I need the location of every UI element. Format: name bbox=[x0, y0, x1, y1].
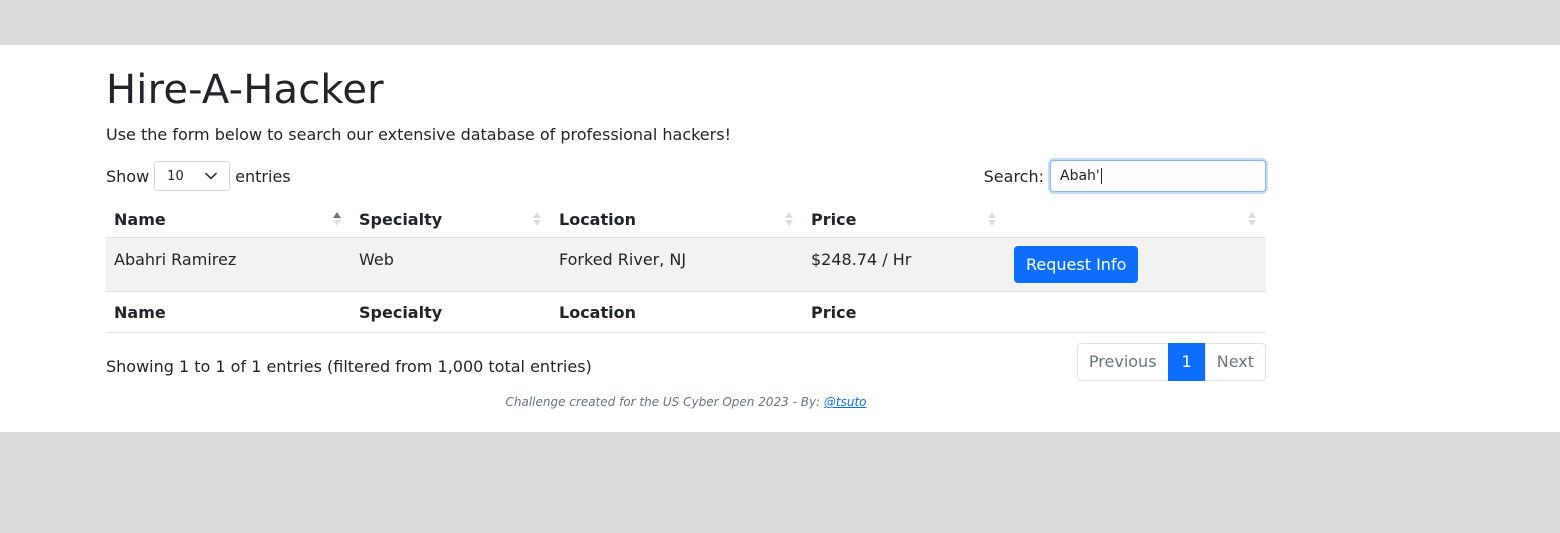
footer-specialty: Specialty bbox=[351, 291, 551, 333]
author-link[interactable]: @tsuto bbox=[824, 395, 867, 409]
page-button-1[interactable]: 1 bbox=[1167, 343, 1206, 381]
next-button[interactable]: Next bbox=[1204, 343, 1266, 381]
pagination: Previous 1 Next bbox=[1076, 343, 1266, 381]
footer-price: Price bbox=[803, 291, 1006, 333]
request-info-button[interactable]: Request Info bbox=[1014, 246, 1139, 283]
sort-both-icon bbox=[1248, 212, 1256, 226]
table-info: Showing 1 to 1 of 1 entries (filtered fr… bbox=[106, 357, 592, 376]
page-size-select[interactable]: 10 bbox=[154, 161, 231, 191]
column-header-location[interactable]: Location bbox=[551, 201, 803, 238]
cell-action: Request Info bbox=[1006, 237, 1266, 292]
table-row: Abahri Ramirez Web Forked River, NJ $248… bbox=[106, 237, 1266, 292]
chevron-down-icon bbox=[205, 172, 217, 180]
footer-name: Name bbox=[106, 291, 351, 333]
search-input-value: Abah' bbox=[1060, 168, 1100, 184]
search-label: Search: bbox=[983, 166, 1044, 186]
show-label: Show bbox=[106, 166, 150, 186]
cell-specialty: Web bbox=[351, 237, 551, 292]
page-description: Use the form below to search our extensi… bbox=[106, 125, 731, 144]
cell-location: Forked River, NJ bbox=[551, 237, 803, 292]
page-size-value: 10 bbox=[167, 168, 184, 184]
search-control: Search: Abah' bbox=[984, 160, 1266, 192]
previous-button[interactable]: Previous bbox=[1076, 343, 1169, 381]
table-footer-row: Name Specialty Location Price bbox=[106, 291, 1266, 333]
page-length-control: Show 10 entries bbox=[106, 160, 291, 192]
sort-both-icon bbox=[785, 212, 793, 226]
column-header-price[interactable]: Price bbox=[803, 201, 1006, 238]
footer-location: Location bbox=[551, 291, 803, 333]
page-title: Hire-A-Hacker bbox=[106, 67, 384, 113]
footer-text: Challenge created for the US Cyber Open … bbox=[505, 395, 824, 409]
hackers-table: Name Specialty Location Price Abahri Ram… bbox=[106, 201, 1266, 333]
table-header-row: Name Specialty Location Price bbox=[106, 201, 1266, 238]
sort-both-icon bbox=[988, 212, 996, 226]
footer-credit: Challenge created for the US Cyber Open … bbox=[106, 395, 1266, 409]
sort-asc-icon bbox=[333, 212, 341, 226]
column-header-action[interactable] bbox=[1006, 201, 1266, 238]
sort-both-icon bbox=[533, 212, 541, 226]
cell-name: Abahri Ramirez bbox=[106, 237, 351, 292]
cell-price: $248.74 / Hr bbox=[803, 237, 1006, 292]
footer-action bbox=[1006, 291, 1266, 333]
column-header-name[interactable]: Name bbox=[106, 201, 351, 238]
text-cursor bbox=[1100, 168, 1102, 184]
entries-label: entries bbox=[235, 166, 291, 186]
content-panel: Hire-A-Hacker Use the form below to sear… bbox=[0, 45, 1560, 432]
column-header-specialty[interactable]: Specialty bbox=[351, 201, 551, 238]
search-input[interactable]: Abah' bbox=[1050, 160, 1266, 192]
